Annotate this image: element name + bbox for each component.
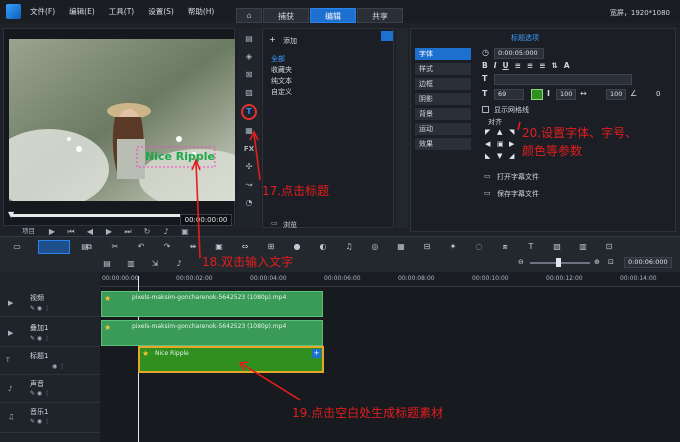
annotation-20-line1: 20.设置字体、字号、	[522, 126, 638, 140]
annotation-17: 17.点击标题	[262, 184, 330, 198]
annotation-arrows	[191, 121, 521, 401]
annotation-19: 19.点击空白处生成标题素材	[292, 406, 444, 420]
annotation-20-line2: 颜色等参数	[522, 144, 583, 158]
annotation-18: 18.双击输入文字	[202, 255, 294, 269]
